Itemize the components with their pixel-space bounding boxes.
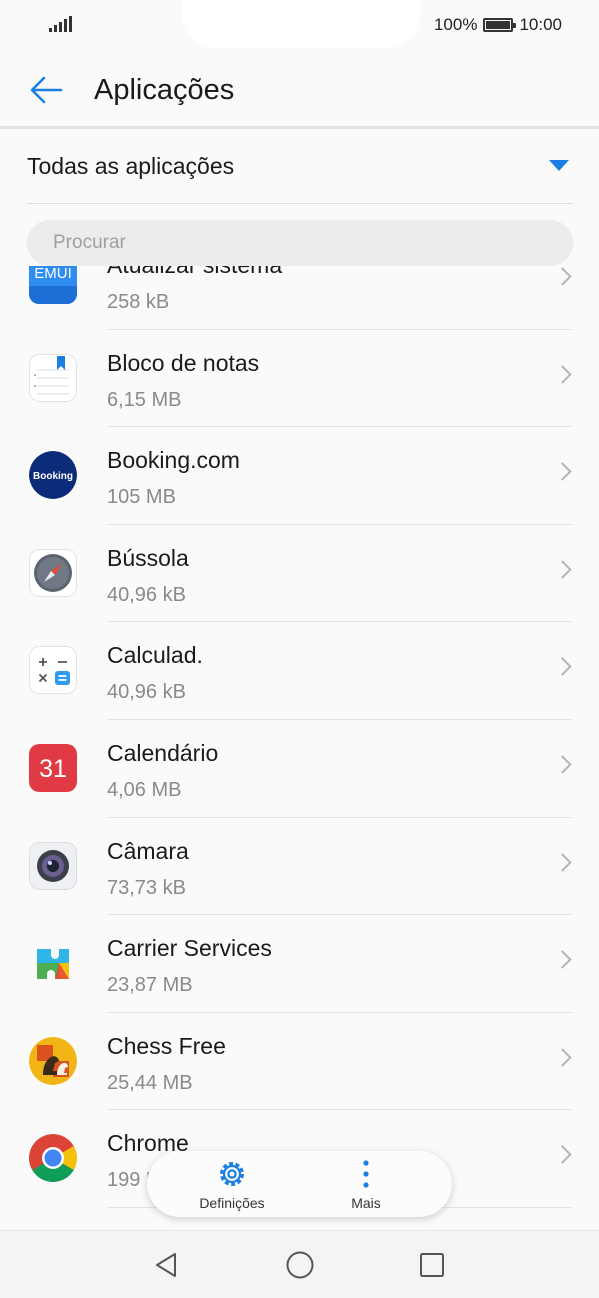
compass-icon: [29, 548, 77, 597]
app-name: Chess Free: [107, 1032, 226, 1059]
chrome-icon: [29, 1134, 77, 1183]
back-button[interactable]: [22, 68, 70, 112]
app-row-booking[interactable]: Booking Booking.com 105 MB: [0, 427, 599, 525]
app-row-bussola[interactable]: Bússola 40,96 kB: [0, 525, 599, 623]
app-row-camara[interactable]: Câmara 73,73 kB: [0, 818, 599, 916]
app-name: Câmara: [107, 837, 189, 864]
chevron-right-icon: [553, 657, 572, 677]
app-size: 258 kB: [107, 291, 170, 313]
calculator-icon: [29, 646, 77, 695]
app-name: Atualizar sistema: [107, 266, 282, 279]
header-divider: [0, 126, 599, 129]
floating-action-bar: Definições Mais: [147, 1151, 452, 1217]
app-size: 40,96 kB: [107, 583, 186, 606]
calendar-icon: 31: [29, 743, 77, 792]
app-name: Bússola: [107, 544, 189, 571]
camera-notch: [182, 0, 420, 48]
app-row-carrier-services[interactable]: Carrier Services 23,87 MB: [0, 915, 599, 1013]
back-arrow-icon: [30, 76, 63, 104]
more-vertical-icon: [363, 1160, 369, 1188]
chevron-right-icon: [553, 950, 572, 969]
gear-icon: [220, 1162, 244, 1186]
app-name: Carrier Services: [107, 935, 272, 962]
signal-icon: [49, 16, 72, 32]
more-button[interactable]: Mais: [301, 1151, 431, 1217]
app-size: 40,96 kB: [107, 681, 186, 704]
booking-icon: Booking: [29, 451, 77, 500]
chess-icon: [29, 1036, 77, 1085]
chevron-right-icon: [553, 1048, 572, 1067]
status-bar: 100% 10:00: [0, 0, 599, 50]
app-row-bloco-de-notas[interactable]: Bloco de notas 6,15 MB: [0, 330, 599, 428]
app-size: 25,44 MB: [107, 1071, 193, 1094]
nav-home-button[interactable]: [280, 1247, 320, 1283]
settings-label: Definições: [199, 1195, 265, 1211]
app-name: Calendário: [107, 739, 219, 766]
carrier-services-icon: [29, 939, 77, 987]
svg-text:EMUI: EMUI: [34, 266, 72, 282]
chevron-right-icon: [553, 560, 572, 579]
search-input[interactable]: [27, 220, 573, 266]
nav-recents-button[interactable]: [412, 1247, 452, 1283]
app-list: EMUI Atualizar sistema 258 kB Bloco de: [0, 266, 599, 1208]
dropdown-triangle-icon: [549, 160, 569, 171]
triangle-back-icon: [156, 1253, 176, 1277]
chevron-right-icon: [553, 267, 572, 286]
chevron-right-icon: [553, 852, 572, 872]
page-title: Aplicações: [94, 74, 235, 106]
nav-back-button[interactable]: [146, 1247, 186, 1283]
notepad-icon: [29, 353, 77, 402]
app-row-chess-free[interactable]: Chess Free 25,44 MB: [0, 1013, 599, 1111]
booking-icon-text: Booking: [33, 471, 73, 482]
filter-label: Todas as aplicações: [27, 153, 235, 179]
app-size: 4,06 MB: [107, 778, 182, 801]
app-size: 6,15 MB: [107, 388, 182, 411]
chevron-right-icon: [553, 1145, 572, 1165]
clock: 10:00: [519, 15, 562, 34]
app-row-atualizar-sistema[interactable]: EMUI Atualizar sistema 258 kB: [0, 266, 599, 330]
square-recents-icon: [420, 1253, 444, 1277]
app-name: Bloco de notas: [107, 349, 260, 376]
system-navigation-bar: [0, 1230, 599, 1298]
app-name: Booking.com: [107, 447, 240, 474]
status-right: 100% 10:00: [434, 15, 562, 35]
chevron-right-icon: [553, 755, 572, 774]
calendar-icon-text: 31: [39, 755, 67, 783]
app-filter-dropdown[interactable]: Todas as aplicações: [27, 130, 573, 204]
app-name: Calculad.: [107, 642, 203, 669]
emui-update-icon: EMUI: [29, 266, 77, 304]
app-size: 23,87 MB: [107, 974, 193, 997]
app-size: 105 MB: [107, 486, 176, 509]
app-list-viewport[interactable]: EMUI Atualizar sistema 258 kB Bloco de: [0, 266, 599, 1230]
settings-button[interactable]: Definições: [167, 1151, 297, 1217]
app-row-calendario[interactable]: 31 Calendário 4,06 MB: [0, 720, 599, 818]
app-row-calculadora[interactable]: Calculad. 40,96 kB: [0, 622, 599, 720]
more-label: Mais: [351, 1195, 381, 1211]
battery-icon: [483, 18, 517, 32]
chevron-right-icon: [553, 364, 572, 384]
battery-percent: 100%: [433, 15, 478, 34]
camera-icon: [29, 841, 77, 890]
app-header: Aplicações: [0, 50, 599, 128]
app-size: 73,73 kB: [107, 876, 186, 899]
circle-home-icon: [286, 1251, 314, 1279]
chevron-right-icon: [553, 462, 572, 481]
